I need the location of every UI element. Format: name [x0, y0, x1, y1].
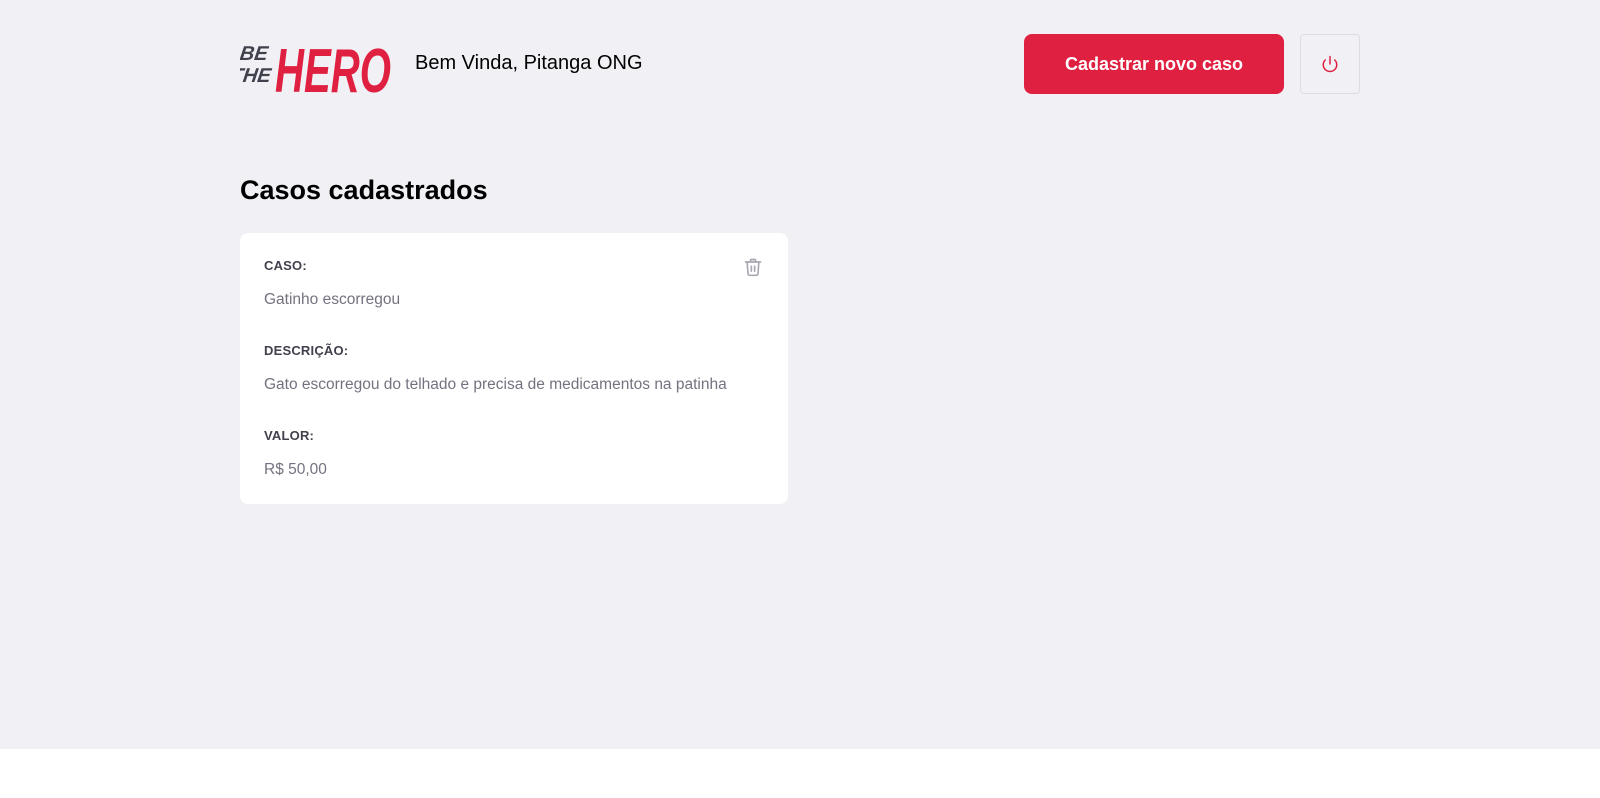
delete-case-button[interactable] — [741, 255, 765, 279]
new-case-button[interactable]: Cadastrar novo caso — [1024, 34, 1284, 94]
amount-value: R$ 50,00 — [264, 461, 327, 478]
header: BE THE HERO Bem Vinda, Pitanga ONG Cadas… — [240, 32, 1360, 98]
new-case-button-label: Cadastrar novo caso — [1064, 53, 1244, 74]
welcome-text: Bem Vinda, Pitanga ONG — [415, 52, 643, 74]
power-icon — [1322, 55, 1338, 73]
logout-button[interactable] — [1300, 34, 1360, 94]
value-label: VALOR: — [264, 428, 315, 443]
app-root: BE THE HERO Bem Vinda, Pitanga ONG Cadas… — [0, 0, 1600, 749]
case-label: CASO: — [264, 258, 307, 273]
logo-be-text: BE — [240, 43, 270, 65]
case-title-value: Gatinho escorregou — [264, 291, 401, 308]
be-the-hero-logo: BE THE HERO — [240, 37, 391, 98]
logo-hero-text: HERO — [275, 37, 391, 98]
logo-the-text: THE — [240, 65, 273, 87]
case-card: CASO: Gatinho escorregou DESCRIÇÃO: Gato… — [240, 233, 788, 504]
page-title: Casos cadastrados — [240, 175, 488, 205]
description-label: DESCRIÇÃO: — [264, 343, 349, 358]
trash-icon — [744, 258, 762, 277]
description-value: Gato escorregou do telhado e precisa de … — [264, 376, 727, 393]
